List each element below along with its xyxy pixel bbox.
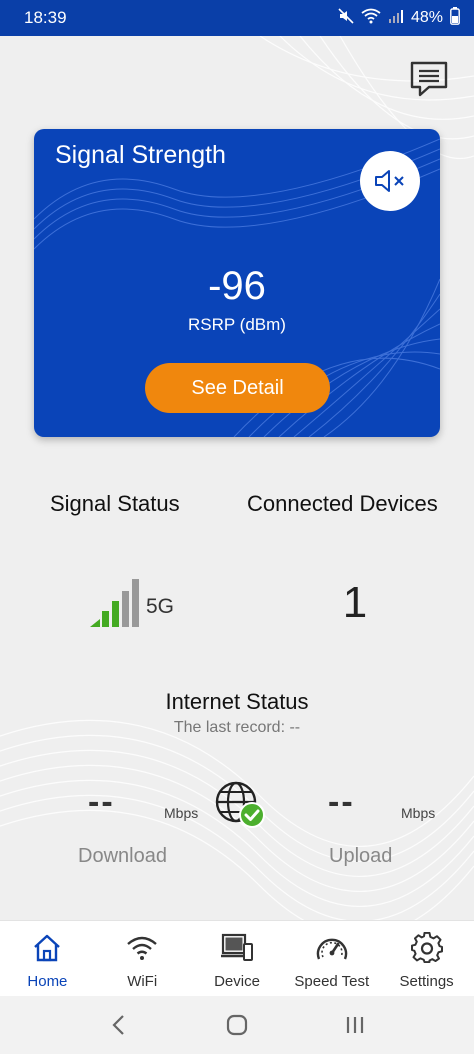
nav-device-label: Device	[214, 973, 260, 990]
home-icon	[30, 931, 64, 965]
nav-settings[interactable]: Settings	[379, 921, 474, 996]
card-title: Signal Strength	[55, 141, 226, 169]
status-icons: 48%	[338, 6, 460, 30]
nav-settings-label: Settings	[399, 973, 454, 990]
globe-connected-icon[interactable]	[214, 780, 266, 830]
nav-speed-test[interactable]: Speed Test	[284, 921, 379, 996]
recents-icon[interactable]	[335, 1005, 375, 1045]
upload-unit: Mbps	[401, 805, 436, 821]
signal-status-label: Signal Status	[50, 491, 180, 516]
battery-icon	[450, 6, 460, 30]
connected-devices-label: Connected Devices	[247, 491, 438, 516]
nav-home[interactable]: Home	[0, 921, 95, 996]
gear-icon	[410, 931, 444, 965]
nav-device[interactable]: Device	[190, 921, 285, 996]
download-value: --	[88, 783, 115, 821]
wifi-icon	[125, 931, 159, 965]
nav-wifi-label: WiFi	[127, 973, 158, 990]
speedometer-icon	[315, 931, 349, 965]
nav-wifi[interactable]: WiFi	[95, 921, 190, 996]
chat-button[interactable]	[406, 58, 452, 100]
network-type: 5G	[146, 595, 174, 618]
bottom-nav: Home WiFi Device Speed Test Settings	[0, 920, 474, 996]
nav-speed-test-label: Speed Test	[294, 973, 370, 990]
internet-status-title: Internet Status	[165, 689, 309, 714]
see-detail-button[interactable]: See Detail	[145, 363, 330, 413]
connected-count[interactable]: 1	[330, 578, 380, 628]
cell-signal-icon	[388, 8, 404, 29]
home-circle-icon[interactable]	[217, 1005, 257, 1045]
signal-bars-icon: 5G	[90, 579, 174, 627]
signal-strength-card: Signal Strength -96 RSRP (dBm) See Detai…	[34, 129, 440, 437]
wifi-icon	[361, 8, 381, 29]
rsrp-label: RSRP (dBm)	[188, 315, 286, 334]
nav-home-label: Home	[27, 973, 68, 990]
system-nav-bar	[0, 996, 474, 1054]
rsrp-value: -96	[208, 264, 266, 308]
device-icon	[220, 931, 254, 965]
chat-icon	[410, 61, 448, 97]
battery-percent: 48%	[410, 9, 443, 26]
download-label: Download	[78, 845, 167, 867]
download-unit: Mbps	[164, 805, 199, 821]
back-icon[interactable]	[99, 1005, 139, 1045]
upload-value: --	[328, 783, 355, 821]
mute-icon	[338, 7, 354, 29]
status-time: 18:39	[24, 8, 67, 27]
last-record: The last record: --	[173, 719, 301, 736]
status-bar: 18:39 48%	[0, 0, 474, 36]
speaker-muted-icon	[375, 170, 404, 192]
upload-label: Upload	[329, 845, 393, 867]
mute-button[interactable]	[360, 151, 420, 211]
